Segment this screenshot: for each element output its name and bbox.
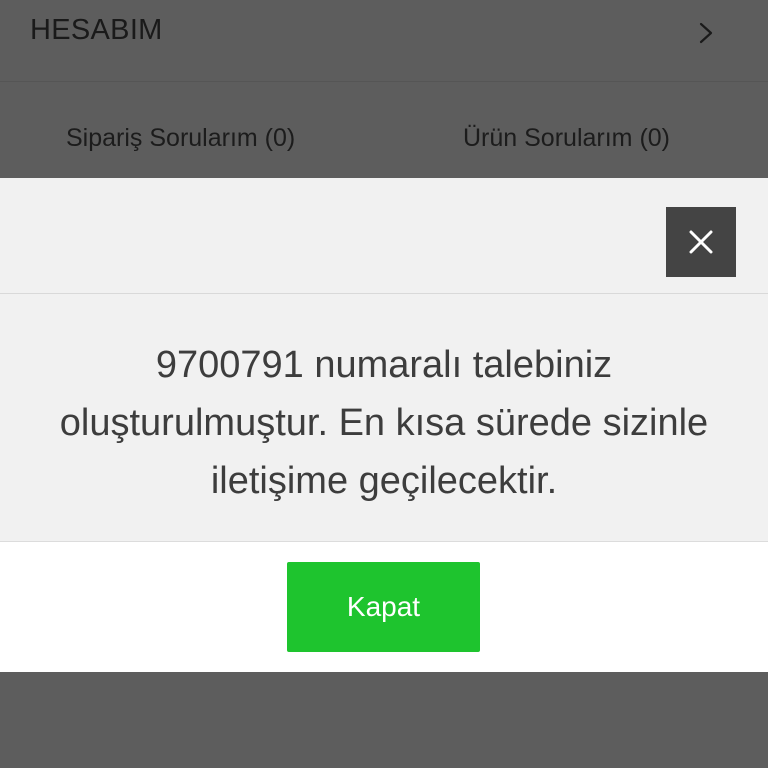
confirmation-modal: 9700791 numaralı talebiniz oluşturulmuşt… <box>0 178 768 672</box>
account-title: HESABIM <box>30 14 163 46</box>
modal-message: 9700791 numaralı talebiniz oluşturulmuşt… <box>59 344 709 502</box>
kapat-button[interactable]: Kapat <box>287 562 480 652</box>
close-button[interactable] <box>666 207 736 277</box>
chevron-right-icon[interactable] <box>693 20 719 46</box>
modal-header <box>0 178 768 294</box>
product-questions-link[interactable]: Ürün Sorularım (0) <box>463 124 670 153</box>
account-header[interactable]: HESABIM <box>0 0 768 82</box>
close-icon <box>689 230 713 254</box>
questions-row: Sipariş Sorularım (0) Ürün Sorularım (0) <box>0 82 768 178</box>
page: HESABIM Sipariş Sorularım (0) Ürün Sorul… <box>0 0 768 768</box>
modal-body: 9700791 numaralı talebiniz oluşturulmuşt… <box>0 294 768 542</box>
order-questions-link[interactable]: Sipariş Sorularım (0) <box>66 124 295 153</box>
modal-footer: Kapat <box>0 542 768 672</box>
